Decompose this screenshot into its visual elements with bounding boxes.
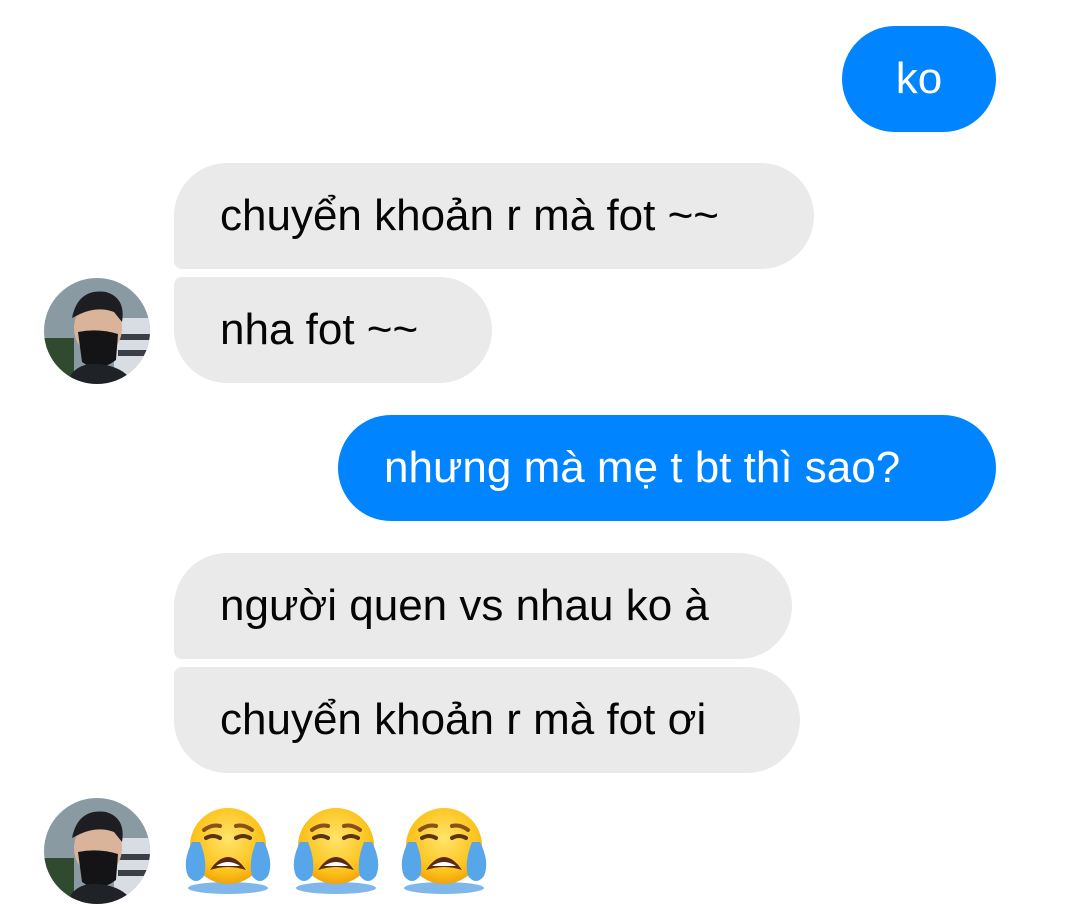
message-text: người quen vs nhau ko à (220, 581, 709, 630)
avatar-photo (44, 798, 150, 904)
contact-avatar[interactable] (44, 798, 150, 904)
emoji-message[interactable] (178, 796, 494, 896)
contact-avatar[interactable] (44, 278, 150, 384)
message-bubble-incoming[interactable]: người quen vs nhau ko à (174, 553, 792, 659)
message-bubble-outgoing[interactable]: nhưng mà mẹ t bt thì sao? (338, 415, 996, 521)
loudly-crying-face-icon (185, 808, 271, 894)
message-text: nha fot ~~ (220, 305, 419, 354)
message-bubble-outgoing[interactable]: ko (842, 26, 996, 132)
message-text: chuyển khoản r mà fot ~~ (220, 191, 719, 240)
message-bubble-incoming[interactable]: chuyển khoản r mà fot ~~ (174, 163, 814, 269)
message-text: chuyển khoản r mà fot ơi (220, 695, 707, 744)
loudly-crying-face-icon (293, 808, 379, 894)
message-text: nhưng mà mẹ t bt thì sao? (384, 443, 901, 492)
message-bubble-incoming[interactable]: chuyển khoản r mà fot ơi (174, 667, 800, 773)
message-bubble-incoming[interactable]: nha fot ~~ (174, 277, 492, 383)
message-text: ko (895, 54, 943, 103)
avatar-photo (44, 278, 150, 384)
loudly-crying-face-icon (401, 808, 487, 894)
chat-thread: ko chuyển khoản r mà fot ~~ nha fot ~~ n… (0, 0, 1080, 915)
